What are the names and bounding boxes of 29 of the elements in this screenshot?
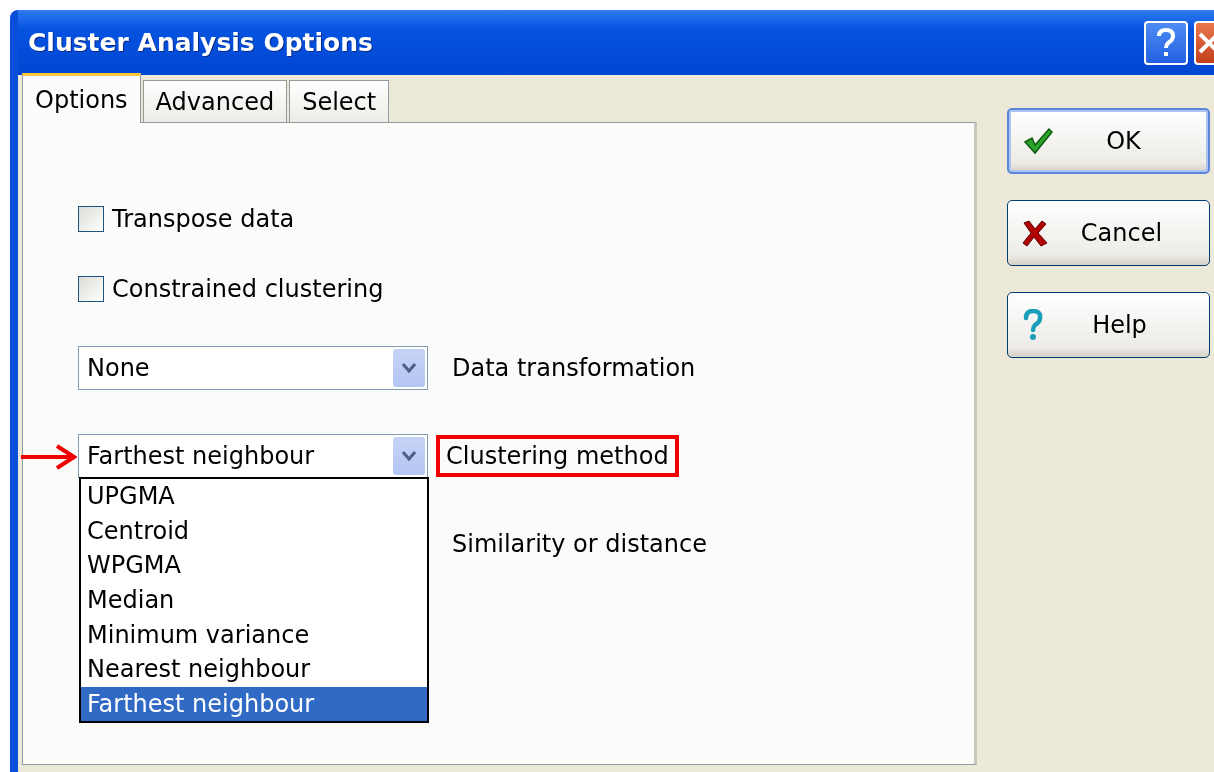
checkbox-label[interactable]: Transpose data bbox=[112, 205, 295, 233]
chevron-down-icon bbox=[402, 451, 416, 461]
dropdown-button[interactable] bbox=[393, 437, 425, 475]
field-label: Clustering method bbox=[436, 435, 679, 477]
dropdown-value: None bbox=[87, 354, 151, 382]
help-button[interactable] bbox=[1144, 20, 1188, 65]
cross-icon bbox=[1022, 219, 1048, 247]
ok-button[interactable]: OK bbox=[1007, 108, 1210, 174]
help-icon bbox=[1156, 27, 1176, 58]
field-label: Data transformation bbox=[451, 353, 697, 384]
close-button[interactable] bbox=[1194, 20, 1214, 65]
dropdown[interactable]: None bbox=[78, 346, 428, 390]
pointer-arrow bbox=[19, 443, 77, 471]
tab[interactable]: Advanced bbox=[142, 80, 288, 122]
checkbox-label[interactable]: Constrained clustering bbox=[112, 275, 384, 303]
tab[interactable]: Select bbox=[289, 80, 390, 122]
checkbox[interactable] bbox=[78, 276, 104, 302]
tab[interactable]: Options bbox=[22, 73, 141, 123]
field-label: Similarity or distance bbox=[451, 529, 708, 560]
window-title: Cluster Analysis Options bbox=[28, 28, 374, 57]
checkmark-icon bbox=[1023, 127, 1053, 155]
dropdown-value: Farthest neighbour bbox=[87, 442, 316, 470]
chevron-down-icon bbox=[402, 363, 416, 373]
help-button[interactable]: Help bbox=[1007, 292, 1210, 358]
dropdown-option[interactable]: Farthest neighbour bbox=[81, 686, 427, 722]
cancel-button[interactable]: Cancel bbox=[1007, 200, 1210, 266]
question-mark-icon bbox=[1022, 309, 1044, 341]
checkbox[interactable] bbox=[78, 206, 104, 232]
dropdown-button[interactable] bbox=[393, 349, 425, 387]
